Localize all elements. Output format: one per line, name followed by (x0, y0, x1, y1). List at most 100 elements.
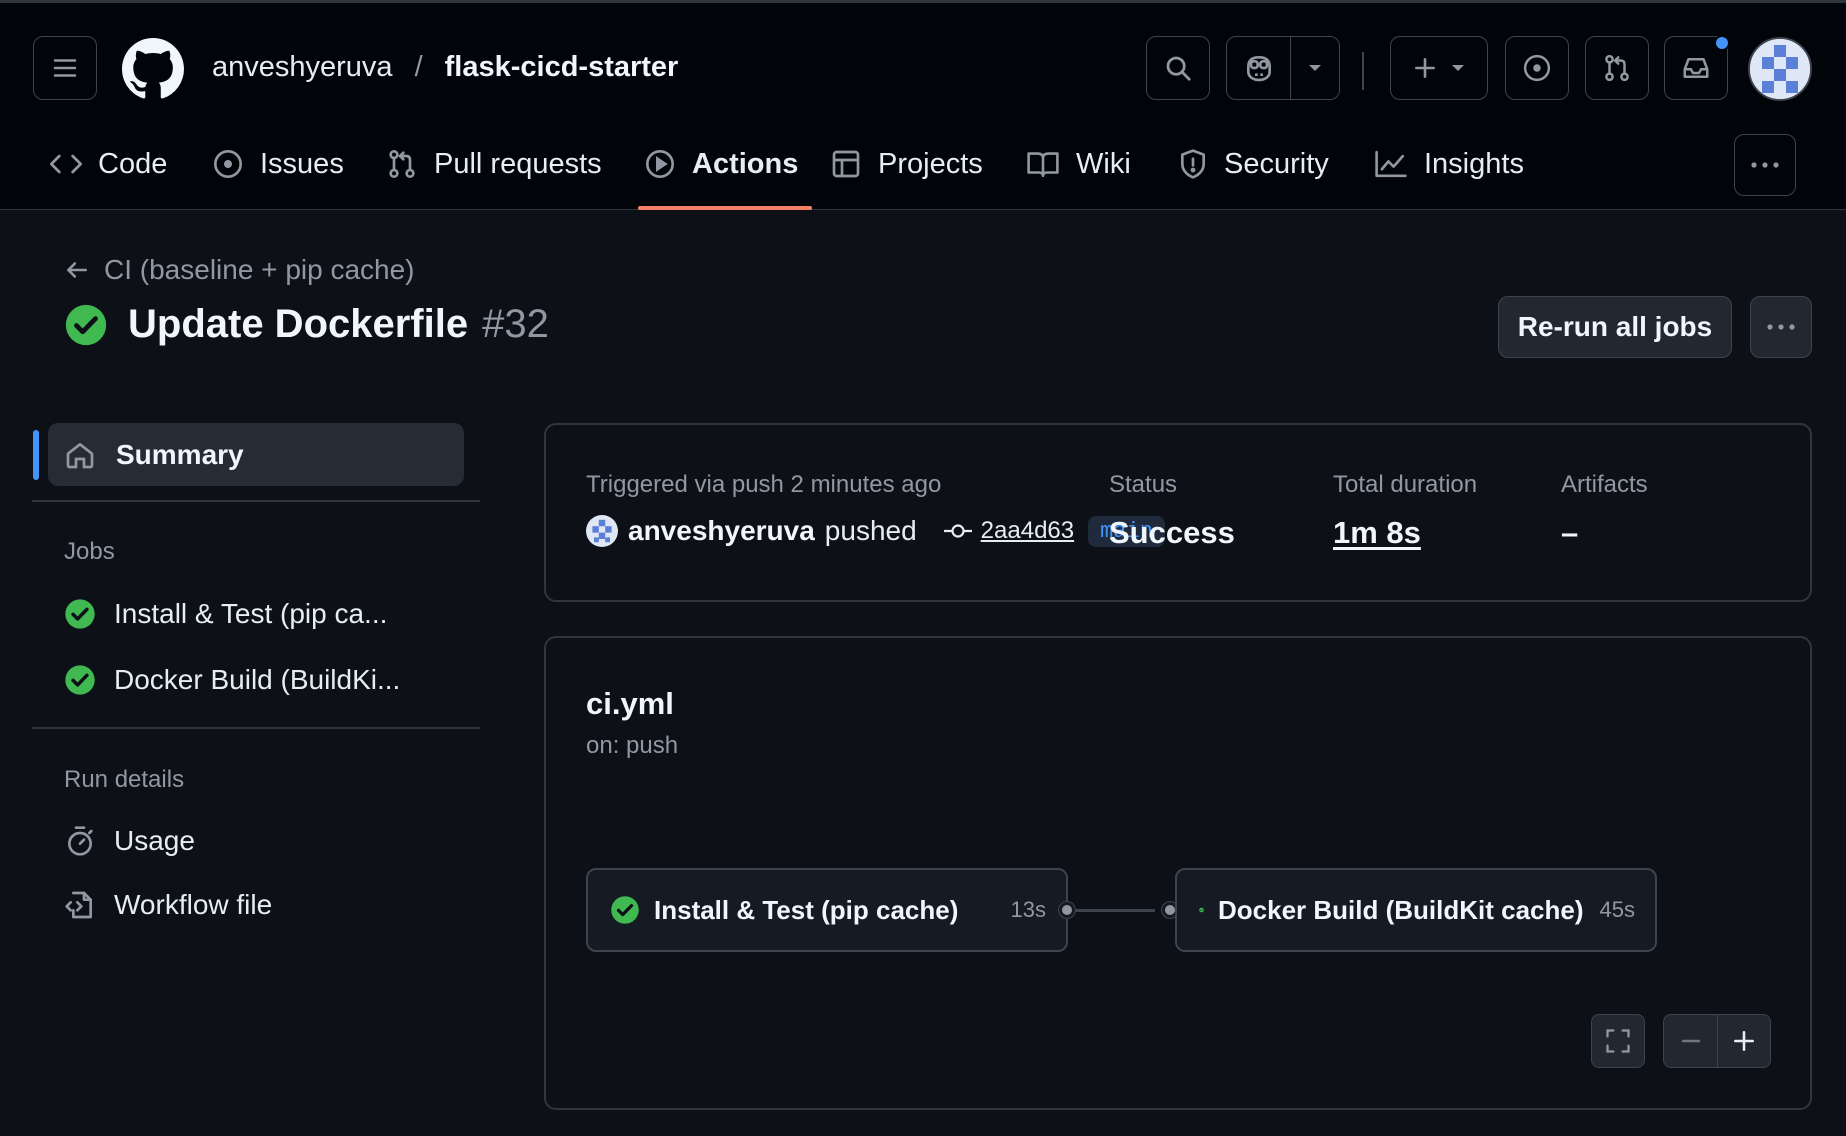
screen-full-icon (1606, 1029, 1630, 1053)
search-icon (1166, 56, 1191, 81)
global-header: anveshyeruva / flask-cicd-starter Code I… (0, 3, 1846, 210)
graph-job-install-test[interactable]: Install & Test (pip cache) 13s (586, 868, 1068, 952)
sidebar-job-install-test[interactable]: Install & Test (pip ca... (64, 598, 387, 630)
summary-active-indicator (33, 430, 39, 480)
menu-button[interactable] (33, 36, 97, 100)
git-commit-icon (943, 524, 972, 538)
workflow-trigger: on: push (586, 732, 679, 759)
plus-icon (1415, 58, 1435, 78)
check-circle-fill-icon (1199, 907, 1204, 913)
run-details-heading: Run details (64, 766, 185, 793)
copilot-icon (1246, 55, 1271, 82)
create-new-button[interactable] (1390, 36, 1488, 100)
workflow-back-label: CI (baseline + pip cache) (104, 254, 415, 285)
github-logo-icon[interactable] (122, 38, 184, 100)
home-icon (66, 442, 94, 468)
status-value: Success (1109, 515, 1235, 550)
total-duration-label: Total duration (1333, 471, 1478, 498)
header-divider (1362, 52, 1364, 90)
tab-insights-label: Insights (1424, 147, 1524, 180)
workflow-back-link[interactable]: CI (baseline + pip cache) (64, 254, 415, 286)
tab-insights[interactable]: Insights (1362, 133, 1532, 207)
sidebar-job-docker-build[interactable]: Docker Build (BuildKi... (64, 664, 400, 696)
issue-opened-icon (1523, 54, 1551, 82)
zoom-in-button[interactable] (1718, 1015, 1770, 1067)
repo-name-link[interactable]: flask-cicd-starter (445, 51, 679, 84)
sidebar-item-usage[interactable]: Usage (64, 825, 195, 857)
issues-button[interactable] (1505, 36, 1569, 100)
graph-connector-line (1075, 909, 1155, 912)
graph-job-duration: 45s (1599, 897, 1635, 922)
repo-nav-tabs: Code Issues Pull requests Actions Projec… (38, 133, 1532, 210)
status-label: Status (1109, 471, 1178, 498)
arrow-left-icon (67, 262, 87, 278)
graph-job-duration: 13s (1010, 897, 1046, 922)
total-duration-link[interactable]: 1m 8s (1333, 515, 1421, 551)
tab-actions-label: Actions (692, 147, 799, 180)
check-circle-fill-icon (65, 665, 95, 695)
issue-opened-icon (214, 150, 242, 178)
plus-icon (1734, 1031, 1754, 1051)
zoom-controls (1663, 1014, 1771, 1068)
tab-code[interactable]: Code (38, 133, 200, 207)
more-tabs-button[interactable] (1734, 134, 1796, 196)
commit-link[interactable]: 2aa4d63 (943, 517, 1074, 545)
code-icon (50, 154, 82, 174)
zoom-out-button[interactable] (1664, 1015, 1718, 1067)
tab-issues-label: Issues (260, 147, 344, 180)
sidebar-item-workflow-file[interactable]: Workflow file (64, 889, 272, 921)
hamburger-icon (53, 59, 77, 77)
copilot-dropdown-button[interactable] (1291, 37, 1339, 99)
actor-avatar[interactable] (586, 515, 618, 547)
push-action-text: pushed (824, 515, 917, 546)
tab-code-label: Code (98, 147, 168, 180)
run-title: Update Dockerfile #32 (64, 302, 549, 347)
notification-dot (1714, 35, 1730, 51)
dash-icon (1681, 1039, 1700, 1043)
tab-wiki[interactable]: Wiki (1014, 133, 1166, 207)
table-icon (832, 150, 860, 178)
kebab-horizontal-icon (1751, 162, 1779, 168)
run-summary-card: Triggered via push 2 minutes ago anveshy… (544, 423, 1812, 602)
repo-owner-link[interactable]: anveshyeruva (212, 51, 393, 84)
jobs-heading: Jobs (64, 538, 115, 565)
commit-sha: 2aa4d63 (980, 517, 1075, 544)
pull-requests-button[interactable] (1585, 36, 1649, 100)
sidebar-workflow-file-label: Workflow file (114, 889, 273, 920)
actor-name-link[interactable]: anveshyeruva (628, 515, 815, 547)
stopwatch-icon (68, 826, 93, 856)
sidebar-usage-label: Usage (114, 825, 195, 856)
fullscreen-button[interactable] (1591, 1014, 1645, 1068)
check-circle-fill-icon (65, 304, 107, 345)
tab-security-label: Security (1224, 147, 1329, 180)
graph-job-docker-build[interactable]: Docker Build (BuildKit cache) 45s (1175, 868, 1657, 952)
tab-pull-requests[interactable]: Pull requests (374, 133, 632, 207)
sidebar-job-label: Install & Test (pip ca... (114, 598, 388, 629)
triangle-down-icon (1309, 65, 1321, 71)
inbox-icon (1683, 58, 1709, 78)
sidebar-summary-label: Summary (116, 438, 244, 470)
push-info: anveshyeruva pushed 2aa4d63 main (586, 515, 1165, 547)
graph-job-name: Docker Build (BuildKit cache) (1218, 894, 1584, 925)
sidebar-divider (32, 500, 480, 502)
tab-wiki-label: Wiki (1076, 147, 1131, 180)
graph-connector-dot (1059, 902, 1075, 918)
tab-issues[interactable]: Issues (200, 133, 374, 207)
sidebar-job-label: Docker Build (BuildKi... (114, 664, 401, 695)
tab-pull-requests-label: Pull requests (434, 147, 602, 180)
search-button[interactable] (1146, 36, 1210, 100)
copilot-button[interactable] (1227, 37, 1291, 99)
tab-security[interactable]: Security (1166, 133, 1362, 207)
rerun-all-jobs-button[interactable]: Re-run all jobs (1498, 296, 1732, 358)
shield-icon (1181, 149, 1205, 179)
workflow-file-name: ci.yml (586, 686, 674, 721)
user-avatar[interactable] (1748, 37, 1812, 101)
check-circle-fill-icon (65, 599, 95, 629)
tab-projects[interactable]: Projects (818, 133, 1014, 207)
run-more-options-button[interactable] (1750, 296, 1812, 358)
workflow-graph-card: ci.yml on: push Install & Test (pip cach… (544, 636, 1812, 1110)
repo-path-separator: / (414, 51, 423, 83)
check-circle-fill-icon (611, 896, 639, 924)
tab-actions[interactable]: Actions (632, 133, 818, 210)
sidebar-item-summary[interactable]: Summary (48, 423, 464, 486)
